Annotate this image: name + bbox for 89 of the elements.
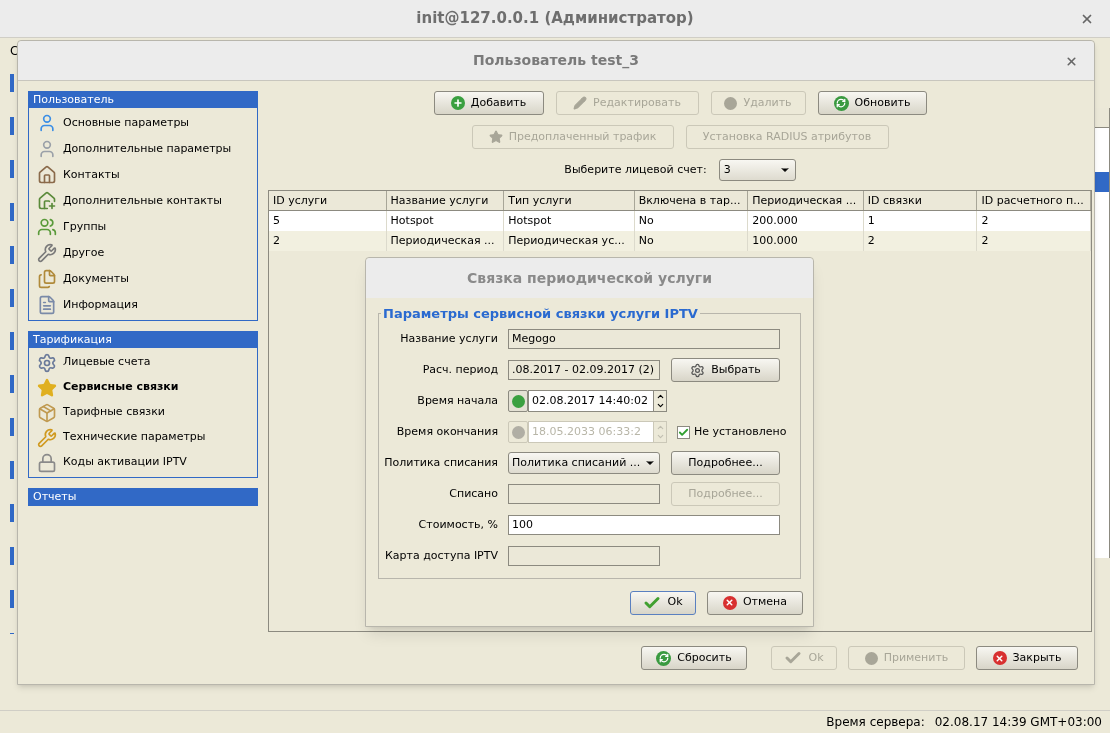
refresh-icon: [656, 650, 672, 666]
star-icon: [37, 377, 57, 398]
dialog-title: Пользователь test_3: [472, 51, 639, 71]
spinner-icon[interactable]: [654, 390, 667, 412]
dialog-button[interactable]: Ok: [630, 590, 696, 615]
wrench-icon: [37, 427, 57, 448]
close-icon[interactable]: [1080, 12, 1094, 26]
checkbox-label: Не установлено: [694, 423, 787, 440]
section-header[interactable]: Пользователь: [29, 92, 257, 108]
star-icon: [488, 130, 503, 144]
field-label: Политика списания: [383, 454, 499, 471]
field-label: Карта доступа IPTV: [383, 547, 499, 564]
table-cell: No: [634, 231, 749, 251]
field-label: Стоимость, %: [417, 516, 499, 533]
sidebar-item[interactable]: Коды активации IPTV: [29, 450, 257, 475]
section-header[interactable]: Тарификация: [29, 332, 257, 348]
table-cell: 2: [269, 231, 387, 251]
toolbar-button[interactable]: Обновить: [817, 91, 927, 115]
dialog-button[interactable]: Закрыть: [976, 646, 1078, 670]
column-header[interactable]: Тип услуги: [504, 191, 635, 210]
sidebar-item[interactable]: Дополнительные параметры: [29, 136, 257, 162]
sidebar-item[interactable]: Тарифные связки: [29, 400, 257, 425]
table-cell: 100.000: [748, 231, 864, 251]
sidebar-item[interactable]: Группы: [29, 214, 257, 240]
field-label: Время окончания: [395, 423, 499, 440]
text-field[interactable]: 100: [508, 515, 780, 535]
text-field[interactable]: Megogo: [508, 329, 780, 349]
person-icon: [37, 139, 57, 159]
text-field[interactable]: .08.2017 - 02.09.2017 (2): [508, 360, 660, 380]
toolbar-button[interactable]: Добавить: [433, 91, 544, 115]
documents-icon: [37, 269, 57, 289]
table-cell: Периодическая ус...: [504, 231, 635, 251]
datetime-field[interactable]: 02.08.2017 14:40:02: [528, 390, 654, 412]
pencil-icon: [573, 96, 588, 110]
table-row[interactable]: 5 Hotspot Hotspot No 200.000 1 2: [269, 211, 1091, 231]
details-button[interactable]: Подробнее...: [671, 451, 780, 475]
group-title: Параметры сервисной связки услуги IPTV: [382, 305, 699, 323]
sidebar-item[interactable]: Дополнительные контакты: [29, 188, 257, 214]
people-icon: [37, 217, 57, 237]
refresh-icon: [833, 95, 849, 111]
account-dropdown[interactable]: 3: [718, 159, 796, 181]
column-header[interactable]: Название услуги: [386, 191, 505, 210]
column-header[interactable]: ID расчетного п...: [977, 191, 1092, 210]
dropdown[interactable]: Политика списаний ...: [508, 452, 660, 474]
text-field[interactable]: [508, 484, 660, 504]
field-label: Расч. период: [421, 361, 499, 378]
lock-icon: [37, 452, 57, 473]
field-label: Время начала: [416, 392, 499, 409]
sidebar-item[interactable]: Контакты: [29, 162, 257, 188]
window-title: init@127.0.0.1 (Администратор): [416, 8, 694, 30]
box-icon: [37, 402, 57, 423]
dialog-title: Связка периодической услуги: [467, 268, 712, 288]
gear-icon: [37, 352, 57, 373]
close-icon: [722, 595, 737, 610]
sidebar-item[interactable]: Лицевые счета: [29, 350, 257, 375]
column-header[interactable]: Периодическая ...: [748, 191, 864, 210]
field-label: Списано: [448, 485, 499, 502]
sidebar-item[interactable]: Другое: [29, 240, 257, 266]
column-header[interactable]: ID услуги: [269, 191, 387, 210]
person-icon: [37, 113, 57, 133]
choose-button[interactable]: Выбрать: [671, 358, 780, 382]
gear-icon: [690, 362, 706, 378]
plus-icon: [450, 96, 465, 110]
column-header[interactable]: Включена в тар...: [634, 191, 749, 210]
sidebar-item[interactable]: Информация: [29, 292, 257, 318]
sidebar-item[interactable]: Документы: [29, 266, 257, 292]
sidebar-item[interactable]: Сервисные связки: [29, 375, 257, 400]
document-icon: [37, 295, 57, 315]
dialog-button[interactable]: Отмена: [707, 590, 803, 615]
column-header[interactable]: ID связки: [863, 191, 978, 210]
field-label: Название услуги: [399, 330, 499, 347]
sidebar-item[interactable]: Технические параметры: [29, 425, 257, 450]
text-field[interactable]: [508, 546, 660, 566]
house-plus-icon: [37, 191, 57, 211]
account-label: Выберите лицевой счет:: [564, 161, 707, 178]
table-row[interactable]: 2 Периодическая ... Периодическая ус... No 100.000 2 2: [269, 231, 1091, 251]
table-cell: 2: [863, 231, 978, 251]
close-icon[interactable]: [1065, 55, 1078, 68]
table-cell: 2: [977, 231, 1092, 251]
house-icon: [37, 165, 57, 185]
wrench-icon: [37, 243, 57, 263]
menu-item[interactable]: С: [0, 42, 17, 60]
sidebar-item[interactable]: Основные параметры: [29, 110, 257, 136]
table-cell: Периодическая ...: [386, 231, 505, 251]
server-time: 02.08.17 14:39 GMT+03:00: [934, 714, 1102, 731]
section-header[interactable]: Отчеты: [29, 489, 257, 505]
close-icon: [992, 651, 1007, 665]
status-label: Время сервера:: [826, 714, 925, 731]
dialog-button[interactable]: Сбросить: [641, 646, 747, 670]
